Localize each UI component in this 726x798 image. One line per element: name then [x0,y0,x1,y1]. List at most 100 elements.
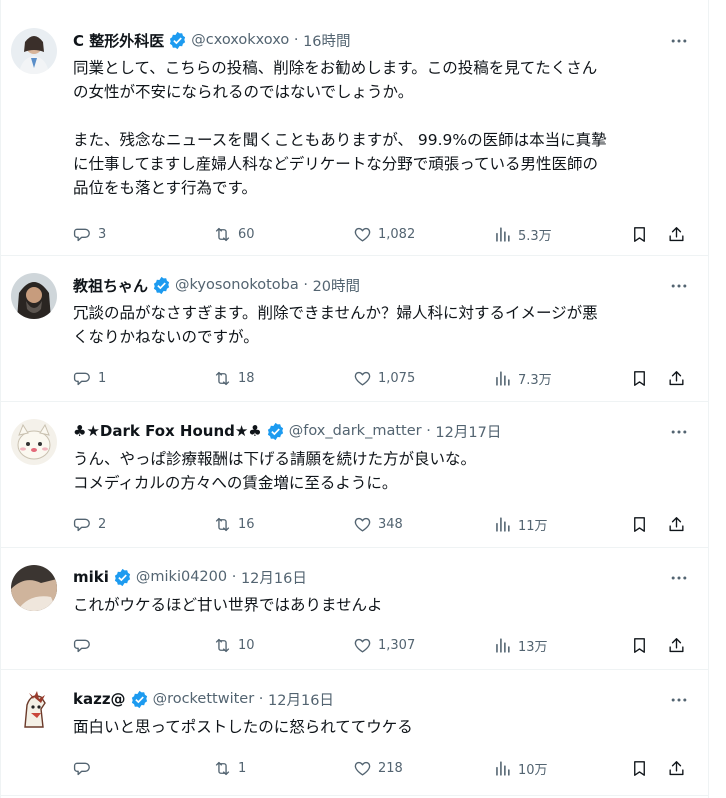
repost-button[interactable]: 18 [213,366,255,390]
display-name[interactable]: ♣★Dark Fox Hound★♣ [73,422,262,440]
action-bar: 2 16 348 11万 [73,512,693,536]
reply-button[interactable] [73,756,98,780]
display-name[interactable]: C 整形外科医 [73,30,164,51]
view-count: 5.3万 [518,228,552,244]
reply-icon [73,372,90,385]
reply-post[interactable]: 教祖ちゃん @kyosonokotoba · 20時間 冗談の品がなさすぎます。… [1,256,709,402]
repost-button[interactable]: 1 [213,756,246,780]
action-bar: 1 18 1,075 7.3万 [73,366,693,390]
avatar[interactable] [11,28,57,74]
avatar[interactable] [11,687,57,733]
reply-button[interactable]: 1 [73,366,106,390]
view-count: 13万 [518,639,548,655]
heart-icon [354,761,371,776]
views-chart-icon [496,226,510,242]
share-icon [669,370,684,385]
heart-icon [354,227,371,242]
separator: · [254,691,269,707]
verified-badge-icon [153,276,170,294]
repost-button[interactable]: 60 [213,222,255,246]
views-button[interactable]: 13万 [493,633,548,657]
like-button[interactable]: 348 [353,512,403,536]
timestamp[interactable]: 16時間 [303,30,350,51]
repost-icon [215,517,230,531]
bookmark-button[interactable] [630,366,649,390]
repost-icon [215,371,230,385]
reply-icon [73,228,90,241]
avatar[interactable] [11,273,57,319]
views-chart-icon [496,370,510,386]
share-button[interactable] [667,512,686,536]
views-button[interactable]: 7.3万 [493,366,552,390]
avatar[interactable] [11,419,57,465]
repost-count: 18 [238,370,255,386]
timestamp[interactable]: 20時間 [313,275,360,296]
views-button[interactable]: 5.3万 [493,222,552,246]
handle[interactable]: @kyosonokotoba [175,277,299,293]
text-line: くなりかねないのですが。 [73,328,259,346]
display-name[interactable]: kazz@ [73,690,126,708]
bookmark-button[interactable] [630,633,649,657]
post-text: 冗談の品がなさすぎます。削除できませんか？婦人科に対するイメージが悪 くなりかね… [73,301,693,349]
display-name[interactable]: 教祖ちゃん [73,275,148,296]
more-options-icon[interactable] [667,276,691,296]
heart-icon [354,638,371,653]
views-chart-icon [496,760,510,776]
timestamp[interactable]: 12月16日 [241,567,307,588]
handle[interactable]: @cxoxokxoxo [191,32,289,48]
repost-button[interactable]: 16 [213,512,255,536]
repost-count: 1 [238,760,247,776]
more-options-icon[interactable] [667,690,691,710]
reply-post[interactable]: kazz@ @rockettwiter · 12月16日 面白いと思ってポストし… [1,670,709,796]
reply-button[interactable]: 2 [73,512,106,536]
reply-post[interactable]: miki @miki04200 · 12月16日 これがウケるほど甘い世界ではあ… [1,548,709,670]
share-button[interactable] [667,756,686,780]
display-name[interactable]: miki [73,568,109,586]
heart-icon [354,517,371,532]
views-button[interactable]: 11万 [493,512,548,536]
timestamp[interactable]: 12月16日 [268,689,334,710]
text-line: また、残念なニュースを聞くこともありますが、 99.9%の医師は本当に真摯 [73,131,607,149]
more-options-icon[interactable] [667,568,691,588]
more-options-icon[interactable] [667,31,691,51]
like-button[interactable]: 1,307 [353,633,415,657]
handle[interactable]: @miki04200 [136,569,227,585]
post-header: ♣★Dark Fox Hound★♣ @fox_dark_matter · 12… [73,420,501,442]
text-line: うん、やっぱ診療報酬は下げる請願を続けた方が良いな。 [73,450,477,468]
post-text: 面白いと思ってポストしたのに怒られててウケる [73,715,693,739]
verified-badge-icon [114,568,130,586]
more-options-icon[interactable] [667,422,691,442]
action-bar: 3 60 1,082 5.3万 [73,222,693,246]
avatar[interactable] [11,565,57,611]
views-button[interactable]: 10万 [493,756,548,780]
reply-icon [73,518,90,531]
reply-post[interactable]: ♣★Dark Fox Hound★♣ @fox_dark_matter · 12… [1,402,709,548]
repost-button[interactable]: 10 [213,633,255,657]
action-bar: 1 218 10万 [73,756,693,780]
like-button[interactable]: 1,082 [353,222,415,246]
repost-icon [215,638,230,652]
separator: · [298,277,313,293]
timestamp[interactable]: 12月17日 [435,421,501,442]
separator: · [289,32,304,48]
bookmark-button[interactable] [630,756,649,780]
bookmark-button[interactable] [630,222,649,246]
reply-post[interactable]: C 整形外科医 @cxoxokxoxo · 16時間 同業として、こちらの投稿、… [1,14,709,256]
repost-count: 16 [238,516,255,532]
reply-button[interactable]: 3 [73,222,106,246]
like-button[interactable]: 218 [353,756,403,780]
handle[interactable]: @fox_dark_matter [289,423,422,439]
share-button[interactable] [667,222,686,246]
share-button[interactable] [667,633,686,657]
post-header: kazz@ @rockettwiter · 12月16日 [73,688,334,710]
share-icon [669,637,684,652]
like-button[interactable]: 1,075 [353,366,415,390]
share-button[interactable] [667,366,686,390]
separator: · [227,569,241,585]
repost-icon [215,761,230,775]
bookmark-button[interactable] [630,512,649,536]
bookmark-icon [634,760,645,776]
handle[interactable]: @rockettwiter [153,691,255,707]
post-text: うん、やっぱ診療報酬は下げる請願を続けた方が良いな。 コメディカルの方々への賃金… [73,447,693,495]
reply-button[interactable] [73,633,98,657]
